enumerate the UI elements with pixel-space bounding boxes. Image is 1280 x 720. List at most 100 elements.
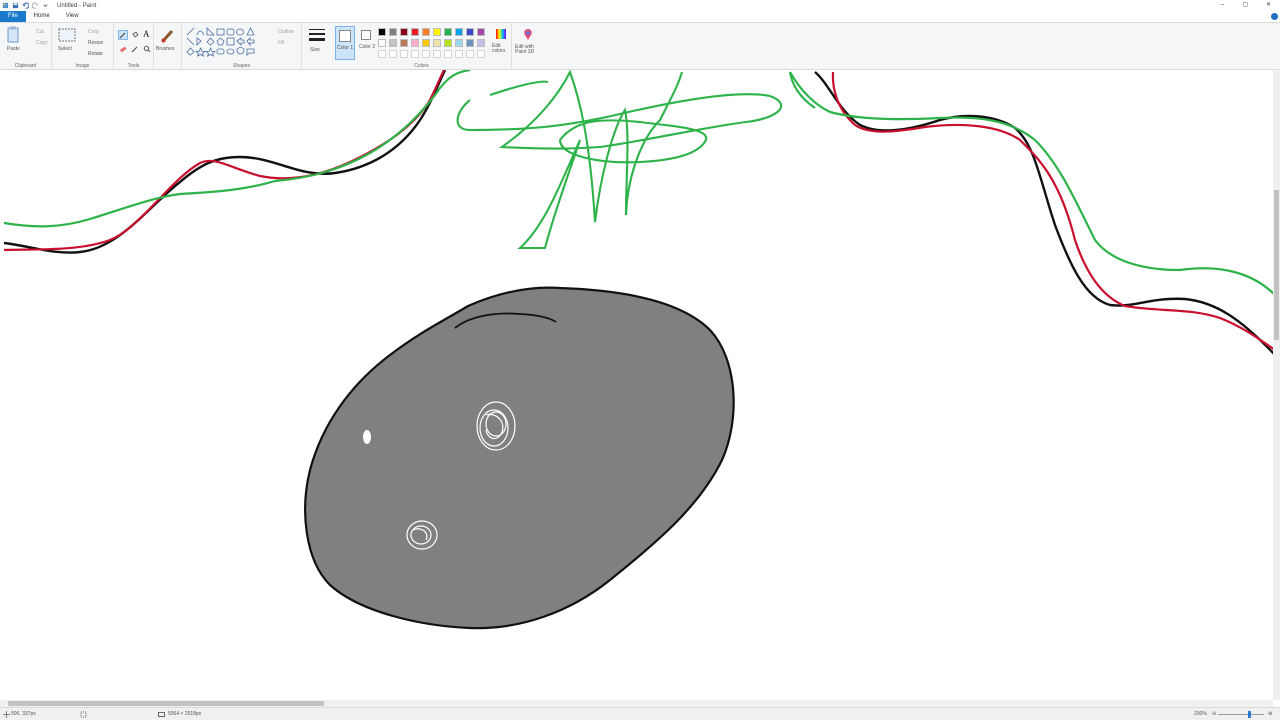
custom-color-slot[interactable] (455, 50, 463, 58)
green-line-left (3, 70, 471, 228)
drawing-canvas[interactable] (0, 70, 1273, 700)
customize-toolbar-chevron-icon[interactable] (42, 2, 49, 9)
palette-swatch[interactable] (444, 28, 452, 36)
custom-color-slot[interactable] (433, 50, 441, 58)
zoom-level: 200% (1194, 711, 1207, 717)
palette-swatch[interactable] (400, 28, 408, 36)
cut-button[interactable]: Cut (36, 29, 44, 35)
palette-swatch[interactable] (422, 39, 430, 47)
palette-swatch[interactable] (477, 39, 485, 47)
resize-button[interactable]: Resize (88, 40, 103, 46)
vertical-scroll-thumb[interactable] (1274, 190, 1279, 340)
tools-group: A Tools (114, 23, 154, 70)
select-label: Select (58, 46, 72, 52)
palette-swatch[interactable] (455, 28, 463, 36)
custom-color-slot[interactable] (400, 50, 408, 58)
palette-swatch[interactable] (422, 28, 430, 36)
colors-group-label: Colors (414, 63, 429, 69)
tools-group-label: Tools (127, 63, 140, 69)
select-button[interactable]: Select (56, 26, 78, 58)
tab-view[interactable]: View (58, 11, 87, 22)
brushes-button[interactable]: Brushes (156, 26, 180, 60)
crop-button[interactable]: Crop (88, 29, 99, 35)
size-group: Size (302, 23, 332, 70)
color1-button[interactable]: Color 1 (335, 26, 355, 60)
palette-swatch[interactable] (411, 28, 419, 36)
window-title: Untitled - Paint (57, 2, 97, 9)
edit-colors-icon (496, 29, 506, 39)
palette-swatch[interactable] (378, 28, 386, 36)
palette-swatch[interactable] (466, 28, 474, 36)
palette-swatch[interactable] (389, 39, 397, 47)
status-bar: 506, 337px 5064 × 2518px 200% ⊖ ⊕ (0, 707, 1280, 720)
fill-icon[interactable] (131, 31, 139, 39)
zoom-slider-track[interactable] (1218, 714, 1264, 715)
shapes-gallery[interactable] (186, 27, 262, 57)
outline-dropdown[interactable]: Outline (278, 29, 294, 35)
color-picker-icon[interactable] (131, 45, 139, 53)
edit-colors-button[interactable]: Edit colors (490, 26, 512, 60)
title-bar: Untitled - Paint – ▢ ✕ (0, 0, 1280, 11)
palette-swatch[interactable] (433, 28, 441, 36)
paste-button[interactable]: Paste (4, 26, 22, 58)
custom-color-slot[interactable] (444, 50, 452, 58)
white-dot (363, 430, 371, 444)
quick-access-toolbar (0, 2, 49, 9)
ribbon-tabs: File Home View (0, 11, 1280, 22)
magnifier-icon[interactable] (143, 45, 151, 53)
palette-swatch[interactable] (477, 28, 485, 36)
clipboard-group: Paste Cut Copy Clipboard (0, 23, 52, 70)
pencil-tool[interactable] (118, 30, 128, 40)
copy-button[interactable]: Copy (36, 40, 48, 46)
palette-swatch[interactable] (433, 39, 441, 47)
color2-button[interactable]: Color 2 (358, 26, 376, 60)
paste-label: Paste (7, 46, 20, 52)
tab-file[interactable]: File (0, 11, 26, 22)
custom-color-slot[interactable] (466, 50, 474, 58)
zoom-slider-thumb[interactable] (1248, 711, 1251, 718)
red-line-right (831, 71, 1273, 350)
eraser-icon[interactable] (119, 45, 127, 53)
text-tool-icon[interactable]: A (143, 29, 150, 39)
palette-swatch[interactable] (411, 39, 419, 47)
save-icon[interactable] (12, 2, 19, 9)
palette-swatch[interactable] (455, 39, 463, 47)
paint3d-group: Edit with Paint 3D (512, 23, 542, 70)
color1-swatch (339, 30, 351, 42)
edit-with-paint3d-button[interactable]: Edit with Paint 3D (514, 26, 542, 60)
help-icon[interactable] (1271, 13, 1278, 20)
horizontal-scroll-thumb[interactable] (8, 701, 324, 706)
palette-swatch[interactable] (444, 39, 452, 47)
colors-group: Color 1 Color 2 Edit colors Colors (332, 23, 512, 70)
redo-icon[interactable] (32, 2, 39, 9)
palette-swatch[interactable] (400, 39, 408, 47)
brushes-group: Brushes (154, 23, 182, 70)
palette-swatch[interactable] (466, 39, 474, 47)
zoom-out-icon[interactable]: ⊖ (1212, 711, 1216, 717)
vertical-scrollbar[interactable] (1273, 70, 1280, 700)
paste-icon (7, 26, 19, 43)
tab-home[interactable]: Home (26, 11, 58, 22)
undo-icon[interactable] (22, 2, 29, 9)
custom-color-slot[interactable] (411, 50, 419, 58)
custom-color-slot[interactable] (389, 50, 397, 58)
horizontal-scrollbar[interactable] (0, 700, 1273, 707)
rotate-button[interactable]: Rotate (88, 51, 103, 57)
close-button[interactable]: ✕ (1257, 0, 1280, 11)
shapes-group: Outline Fill Shapes (182, 23, 302, 70)
palette-swatch[interactable] (378, 39, 386, 47)
zoom-in-icon[interactable]: ⊕ (1268, 711, 1272, 717)
size-button[interactable]: Size (306, 27, 328, 59)
window-controls: – ▢ ✕ (1211, 0, 1280, 11)
custom-color-slot[interactable] (422, 50, 430, 58)
color2-label: Color 2 (359, 44, 376, 50)
black-line-left (3, 70, 447, 254)
maximize-button[interactable]: ▢ (1234, 0, 1257, 11)
image-group: Select Crop Resize Rotate Image (52, 23, 114, 70)
custom-color-slot[interactable] (378, 50, 386, 58)
custom-color-slot[interactable] (477, 50, 485, 58)
fill-dropdown[interactable]: Fill (278, 40, 284, 46)
palette-swatch[interactable] (389, 28, 397, 36)
canvas-drawing[interactable] (0, 70, 1273, 700)
minimize-button[interactable]: – (1211, 0, 1234, 11)
